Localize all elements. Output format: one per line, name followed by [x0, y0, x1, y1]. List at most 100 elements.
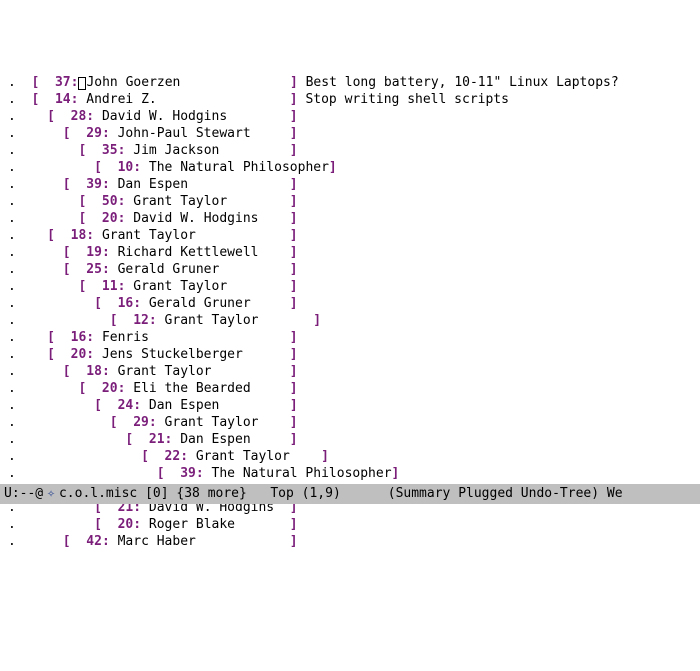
- colon-sep: :: [133, 398, 141, 413]
- modeline-more: {38 more}: [176, 484, 246, 504]
- author: Marc Haber: [118, 534, 196, 549]
- summary-line[interactable]: . [ 11: Grant Taylor ]: [8, 278, 700, 295]
- line-count: 22: [149, 449, 180, 464]
- summary-line[interactable]: . [ 37:John Goerzen ] Best long battery,…: [8, 74, 700, 91]
- right-bracket-icon: ]: [290, 432, 298, 447]
- summary-line[interactable]: . [ 18: Grant Taylor ]: [8, 363, 700, 380]
- right-bracket-icon: ]: [290, 517, 298, 532]
- text-cursor: [78, 77, 86, 90]
- author: Grant Taylor: [165, 415, 259, 430]
- right-bracket-icon: ]: [290, 347, 298, 362]
- summary-line[interactable]: . [ 16: Gerald Gruner ]: [8, 295, 700, 312]
- summary-line[interactable]: . [ 18: Grant Taylor ]: [8, 227, 700, 244]
- left-bracket-icon: [: [63, 177, 71, 192]
- left-bracket-icon: [: [63, 262, 71, 277]
- author: The Natural Philosopher: [149, 160, 329, 175]
- left-bracket-icon: [: [141, 449, 149, 464]
- colon-sep: :: [102, 534, 110, 549]
- summary-line[interactable]: . [ 16: Fenris ]: [8, 329, 700, 346]
- colon-sep: :: [86, 347, 94, 362]
- unread-mark: .: [8, 109, 16, 124]
- author: Eli the Bearded: [133, 381, 250, 396]
- author: Richard Kettlewell: [118, 245, 259, 260]
- modeline-coding: U:--@: [4, 484, 43, 504]
- unread-mark: .: [8, 398, 16, 413]
- summary-line[interactable]: . [ 12: Grant Taylor ]: [8, 312, 700, 329]
- right-bracket-icon: ]: [290, 126, 298, 141]
- summary-line[interactable]: . [ 29: Grant Taylor ]: [8, 414, 700, 431]
- right-bracket-icon: ]: [290, 143, 298, 158]
- author: Dan Espen: [149, 398, 219, 413]
- summary-line[interactable]: . [ 28: David W. Hodgins ]: [8, 108, 700, 125]
- line-count: 14: [39, 92, 70, 107]
- summary-line[interactable]: . [ 50: Grant Taylor ]: [8, 193, 700, 210]
- summary-line[interactable]: . [ 24: Dan Espen ]: [8, 397, 700, 414]
- author: Dan Espen: [118, 177, 188, 192]
- unread-mark: .: [8, 143, 16, 158]
- author: John-Paul Stewart: [118, 126, 251, 141]
- left-bracket-icon: [: [47, 330, 55, 345]
- unread-mark: .: [8, 279, 16, 294]
- author: Jim Jackson: [133, 143, 219, 158]
- author: Fenris: [102, 330, 149, 345]
- line-count: 10: [102, 160, 133, 175]
- summary-line[interactable]: . [ 35: Jim Jackson ]: [8, 142, 700, 159]
- left-bracket-icon: [: [63, 534, 71, 549]
- summary-line[interactable]: . [ 22: Grant Taylor ]: [8, 448, 700, 465]
- colon-sep: :: [118, 194, 126, 209]
- modeline-icon: ✧: [47, 484, 55, 504]
- colon-sep: :: [149, 415, 157, 430]
- unread-mark: .: [8, 194, 16, 209]
- unread-mark: .: [8, 449, 16, 464]
- modeline-unread: [0]: [145, 484, 168, 504]
- summary-line[interactable]: . [ 20: Roger Blake ]: [8, 516, 700, 533]
- author: David W. Hodgins: [102, 109, 227, 124]
- colon-sep: :: [118, 143, 126, 158]
- line-count: 20: [55, 347, 86, 362]
- line-count: 18: [55, 228, 86, 243]
- unread-mark: .: [8, 432, 16, 447]
- colon-sep: :: [86, 330, 94, 345]
- summary-line[interactable]: . [ 25: Gerald Gruner ]: [8, 261, 700, 278]
- summary-buffer[interactable]: . [ 37:John Goerzen ] Best long battery,…: [0, 68, 700, 552]
- left-bracket-icon: [: [63, 126, 71, 141]
- summary-line[interactable]: . [ 20: Jens Stuckelberger ]: [8, 346, 700, 363]
- colon-sep: :: [102, 177, 110, 192]
- left-bracket-icon: [: [47, 347, 55, 362]
- summary-line[interactable]: . [ 42: Marc Haber ]: [8, 533, 700, 550]
- summary-line[interactable]: . [ 19: Richard Kettlewell ]: [8, 244, 700, 261]
- left-bracket-icon: [: [63, 245, 71, 260]
- author: Gerald Gruner: [118, 262, 220, 277]
- right-bracket-icon: ]: [290, 364, 298, 379]
- right-bracket-icon: ]: [290, 245, 298, 260]
- unread-mark: .: [8, 245, 16, 260]
- line-count: 21: [133, 432, 164, 447]
- summary-line[interactable]: . [ 29: John-Paul Stewart ]: [8, 125, 700, 142]
- unread-mark: .: [8, 466, 16, 481]
- colon-sep: :: [118, 211, 126, 226]
- summary-line[interactable]: . [ 14: Andrei Z. ] Stop writing shell s…: [8, 91, 700, 108]
- summary-line[interactable]: . [ 21: Dan Espen ]: [8, 431, 700, 448]
- author: Grant Taylor: [165, 313, 259, 328]
- line-count: 19: [71, 245, 102, 260]
- left-bracket-icon: [: [94, 296, 102, 311]
- summary-line[interactable]: . [ 20: Eli the Bearded ]: [8, 380, 700, 397]
- line-count: 35: [86, 143, 117, 158]
- modeline-group: c.o.l.misc: [59, 484, 137, 504]
- line-count: 29: [118, 415, 149, 430]
- summary-line[interactable]: . [ 20: David W. Hodgins ]: [8, 210, 700, 227]
- unread-mark: .: [8, 381, 16, 396]
- right-bracket-icon: ]: [290, 177, 298, 192]
- author: Roger Blake: [149, 517, 235, 532]
- line-count: 50: [86, 194, 117, 209]
- right-bracket-icon: ]: [290, 279, 298, 294]
- summary-line[interactable]: . [ 39: The Natural Philosopher]: [8, 465, 700, 482]
- summary-line[interactable]: . [ 10: The Natural Philosopher]: [8, 159, 700, 176]
- right-bracket-icon: ]: [290, 534, 298, 549]
- unread-mark: .: [8, 313, 16, 328]
- right-bracket-icon: ]: [290, 398, 298, 413]
- author: Grant Taylor: [196, 449, 290, 464]
- summary-line[interactable]: . [ 39: Dan Espen ]: [8, 176, 700, 193]
- subject: Stop writing shell scripts: [305, 92, 509, 107]
- unread-mark: .: [8, 347, 16, 362]
